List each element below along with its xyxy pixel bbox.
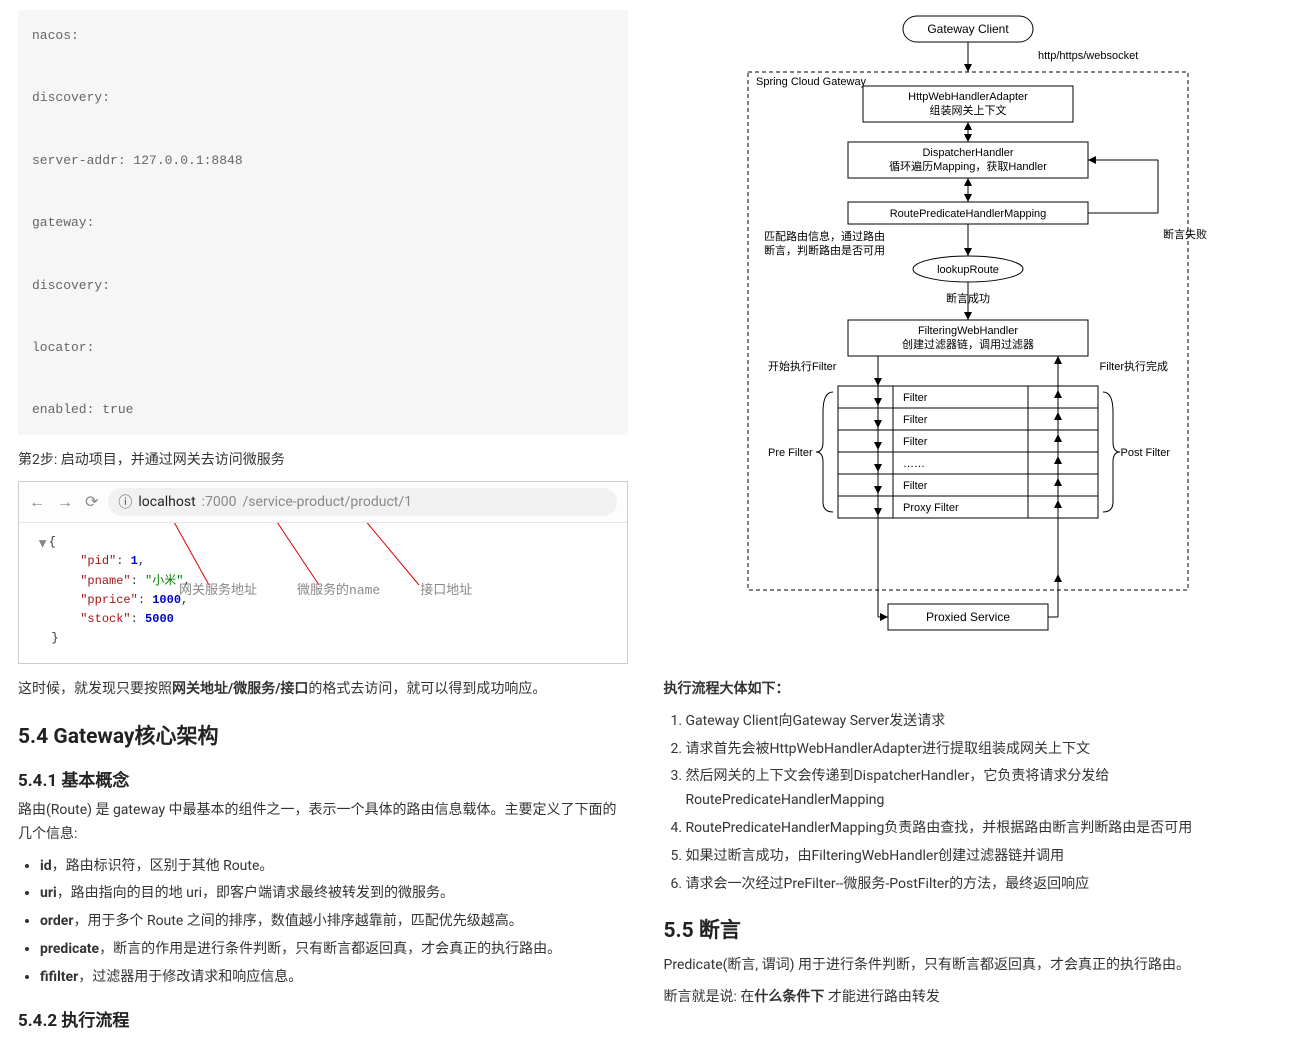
after-browser-text: 这时候，就发现只要按照网关地址/微服务/接口的格式去访问，就可以得到成功响应。 — [18, 678, 628, 702]
p-55-1: Predicate(断言, 谓词) 用于进行条件判断，只有断言都返回真，才会真正… — [664, 954, 1274, 978]
flowchart-diagram: Gateway Client http/https/websocket Spri… — [664, 10, 1274, 658]
list-item: 请求会一次经过PreFilter--微服务-PostFilter的方法，最终返回… — [686, 873, 1274, 897]
svg-text:Filter执行完成: Filter执行完成 — [1100, 359, 1168, 373]
svg-text:HttpWebHandlerAdapter: HttpWebHandlerAdapter — [908, 91, 1028, 103]
list-item: uri，路由指向的目的地 uri，即客户端请求最终被转发到的微服务。 — [40, 882, 628, 906]
reload-icon[interactable]: ⟳ — [85, 492, 98, 512]
svg-text:断言，判断路由是否可用: 断言，判断路由是否可用 — [764, 243, 885, 257]
svg-text:Gateway Client: Gateway Client — [928, 22, 1010, 36]
json-line: "pid": 1, — [37, 552, 609, 571]
svg-text:Filter: Filter — [903, 436, 928, 448]
svg-text:……: …… — [903, 458, 925, 470]
svg-text:Proxy Filter: Proxy Filter — [903, 502, 959, 514]
text-frag: 的格式去访问，就可以得到成功响应。 — [308, 681, 546, 697]
annotation-api: 接口地址 — [420, 581, 472, 602]
svg-text:开始执行Filter: 开始执行Filter — [768, 359, 837, 373]
basic-concepts-list: id，路由标识符，区别于其他 Route。 uri，路由指向的目的地 uri，即客… — [40, 855, 628, 990]
json-open-brace: { — [49, 535, 56, 549]
annotation-gateway: 网关服务地址 — [179, 581, 257, 602]
svg-text:Proxied Service: Proxied Service — [926, 610, 1010, 624]
info-icon: ⓘ — [118, 492, 132, 512]
svg-text:Post Filter: Post Filter — [1121, 447, 1171, 459]
yaml-code-block: nacos: discovery: server-addr: 127.0.0.1… — [18, 10, 628, 435]
text-frag-bold: 什么条件下 — [754, 989, 824, 1005]
p-541: 路由(Route) 是 gateway 中最基本的组件之一，表示一个具体的路由信… — [18, 799, 628, 847]
svg-text:循环遍历Mapping，获取Handler: 循环遍历Mapping，获取Handler — [889, 160, 1047, 173]
list-item: fifilter，过滤器用于修改请求和响应信息。 — [40, 966, 628, 990]
exec-flow-list: Gateway Client向Gateway Server发送请求请求首先会被H… — [686, 710, 1274, 897]
text-frag: 才能进行路由转发 — [824, 989, 939, 1005]
heading-5-4-2: 5.4.2 执行流程 — [18, 1006, 628, 1031]
list-item: order，用于多个 Route 之间的排序，数值越小排序越靠前，匹配优先级越高… — [40, 910, 628, 934]
list-item: 然后网关的上下文会传递到DispatcherHandler，它负责将请求分发给R… — [686, 765, 1274, 813]
p-55-2: 断言就是说: 在什么条件下 才能进行路由转发 — [664, 986, 1274, 1010]
exec-flow-title: 执行流程大体如下： — [664, 678, 1274, 702]
svg-text:Pre Filter: Pre Filter — [768, 447, 813, 459]
forward-icon[interactable]: → — [57, 492, 73, 512]
text-frag-bold: 网关地址/微服务/接口 — [172, 681, 308, 697]
url-path: /service-product/product/1 — [243, 494, 412, 510]
json-response-pane: ▶{ "pid": 1, "pname": "小米", "pprice": 10… — [19, 523, 627, 663]
list-item: 如果过断言成功，由FilteringWebHandler创建过滤器链并调用 — [686, 845, 1274, 869]
svg-text:Filter: Filter — [903, 480, 928, 492]
svg-text:FilteringWebHandler: FilteringWebHandler — [918, 325, 1018, 337]
url-port: :7000 — [202, 494, 237, 510]
svg-text:匹配路由信息，通过路由: 匹配路由信息，通过路由 — [764, 229, 885, 243]
list-item: predicate，断言的作用是进行条件判断，只有断言都返回真，才会真正的执行路… — [40, 938, 628, 962]
browser-frame: ← → ⟳ ⓘ localhost :7000/service-product/p… — [18, 481, 628, 664]
svg-text:创建过滤器链，调用过滤器: 创建过滤器链，调用过滤器 — [902, 337, 1034, 351]
text-frag: 断言就是说: 在 — [664, 989, 755, 1005]
svg-text:Filter: Filter — [903, 392, 928, 404]
address-bar[interactable]: ⓘ localhost :7000/service-product/product… — [108, 488, 616, 516]
json-close-brace: } — [51, 631, 58, 645]
back-icon[interactable]: ← — [29, 492, 45, 512]
browser-toolbar: ← → ⟳ ⓘ localhost :7000/service-product/p… — [19, 482, 627, 523]
list-item: id，路由标识符，区别于其他 Route。 — [40, 855, 628, 879]
list-item: Gateway Client向Gateway Server发送请求 — [686, 710, 1274, 734]
svg-text:断言失败: 断言失败 — [1163, 227, 1207, 241]
heading-5-5: 5.5 断言 — [664, 914, 1274, 944]
svg-text:Spring Cloud Gateway: Spring Cloud Gateway — [756, 76, 867, 88]
svg-text:DispatcherHandler: DispatcherHandler — [923, 147, 1014, 159]
svg-text:http/https/websocket: http/https/websocket — [1038, 50, 1138, 62]
list-item: 请求首先会被HttpWebHandlerAdapter进行提取组装成网关上下文 — [686, 738, 1274, 762]
svg-text:Filter: Filter — [903, 414, 928, 426]
text-frag: 这时候，就发现只要按照 — [18, 681, 172, 697]
heading-5-4: 5.4 Gateway核心架构 — [18, 720, 628, 750]
json-line: "stock": 5000 — [37, 610, 609, 629]
svg-text:RoutePredicateHandlerMapping: RoutePredicateHandlerMapping — [890, 208, 1047, 220]
annotation-service: 微服务的name — [297, 581, 380, 602]
step2-text: 第2步: 启动项目，并通过网关去访问微服务 — [18, 449, 628, 473]
svg-text:lookupRoute: lookupRoute — [937, 264, 999, 276]
list-item: RoutePredicateHandlerMapping负责路由查找，并根据路由… — [686, 817, 1274, 841]
svg-text:组装网关上下文: 组装网关上下文 — [930, 103, 1007, 117]
svg-text:断言成功: 断言成功 — [946, 291, 990, 305]
heading-5-4-1: 5.4.1 基本概念 — [18, 766, 628, 791]
url-host: localhost — [138, 494, 195, 510]
